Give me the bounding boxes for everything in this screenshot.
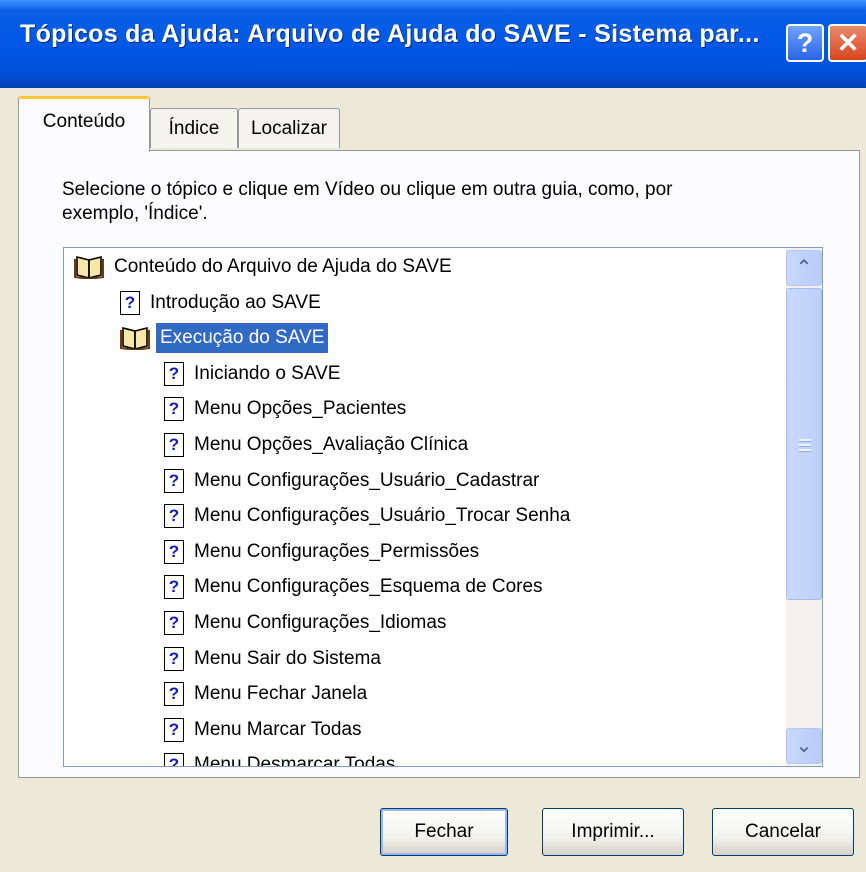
- tree-item-label: Conteúdo do Arquivo de Ajuda do SAVE: [114, 256, 452, 277]
- fechar-button[interactable]: Fechar: [380, 808, 508, 856]
- tab-conteudo[interactable]: Conteúdo: [18, 96, 150, 152]
- contents-tree[interactable]: Conteúdo do Arquivo de Ajuda do SAVE? Int…: [63, 247, 823, 767]
- tree-item-label: Menu Opções_Pacientes: [194, 398, 407, 420]
- tree-item-label: Menu Configurações_Usuário_Trocar Senha: [194, 505, 571, 527]
- tree-item-selected[interactable]: Execução do SAVE: [120, 323, 329, 354]
- tree-item-label: Iniciando o SAVE: [194, 362, 341, 384]
- tree-scrollbar[interactable]: ⌃ ⌄: [786, 248, 822, 766]
- help-topic-icon: ?: [164, 504, 184, 529]
- tree-item[interactable]: ? Menu Configurações_Permissões: [164, 537, 483, 567]
- help-topic-icon: ?: [164, 539, 184, 564]
- window-title: Tópicos da Ajuda: Arquivo de Ajuda do SA…: [20, 20, 760, 48]
- help-topic-icon: ?: [164, 361, 184, 386]
- tree-item-label: Menu Configurações_Permissões: [194, 540, 480, 562]
- close-window-button[interactable]: ✕: [828, 24, 866, 62]
- tree-item[interactable]: ? Menu Configurações_Usuário_Trocar Senha: [164, 501, 574, 531]
- tree-item[interactable]: ? Menu Configurações_Usuário_Cadastrar: [164, 466, 543, 496]
- tree-item[interactable]: ? Iniciando o SAVE: [164, 359, 344, 389]
- tree-item[interactable]: ? Menu Fechar Janela: [164, 679, 371, 709]
- open-book-icon: [120, 326, 150, 352]
- cancelar-button[interactable]: Cancelar: [712, 808, 854, 856]
- help-topic-icon: ?: [164, 397, 184, 422]
- tree-item[interactable]: ? Menu Configurações_Idiomas: [164, 608, 450, 638]
- tree-item[interactable]: ? Menu Marcar Todas: [164, 715, 366, 745]
- tree-item-label: Menu Opções_Avaliação Clínica: [194, 434, 469, 455]
- tab-indice[interactable]: Índice: [150, 108, 238, 148]
- thumb-grip: [799, 439, 811, 442]
- tree-item-label: Menu Fechar Janela: [194, 683, 368, 705]
- tree-item-label: Menu Configurações_Idiomas: [194, 612, 447, 633]
- help-topic-icon: ?: [164, 468, 184, 493]
- thumb-grip: [799, 444, 811, 447]
- tree-item[interactable]: ? Menu Sair do Sistema: [164, 644, 385, 674]
- scroll-up-button[interactable]: ⌃: [786, 250, 822, 286]
- help-topic-icon: ?: [120, 290, 140, 315]
- tree-item-label: Introdução ao SAVE: [150, 291, 321, 313]
- tree-item[interactable]: ? Menu Opções_Pacientes: [164, 394, 410, 424]
- tree-item-label: Menu Sair do Sistema: [194, 647, 381, 669]
- tree-item[interactable]: ? Menu Opções_Avaliação Clínica: [164, 430, 472, 460]
- help-topic-icon: ?: [164, 610, 184, 635]
- tree-item-label: Menu Configurações_Usuário_Cadastrar: [194, 469, 540, 491]
- tree-item-label: Menu Marcar Todas: [194, 718, 362, 740]
- imprimir-button[interactable]: Imprimir...: [542, 808, 684, 856]
- instructions-text: Selecione o tópico e clique em Vídeo ou …: [62, 179, 673, 224]
- tab-localizar[interactable]: Localizar: [238, 108, 340, 148]
- thumb-grip: [799, 449, 811, 452]
- scroll-thumb[interactable]: [786, 288, 822, 600]
- scroll-down-button[interactable]: ⌄: [786, 728, 822, 764]
- help-topic-icon: ?: [164, 753, 184, 766]
- tree-item[interactable]: ? Menu Desmarcar Todas: [164, 750, 399, 767]
- help-topic-icon: ?: [164, 717, 184, 742]
- help-topic-icon: ?: [164, 646, 184, 671]
- tree-item[interactable]: Conteúdo do Arquivo de Ajuda do SAVE: [74, 252, 456, 282]
- help-button[interactable]: ?: [786, 24, 824, 62]
- tree-item[interactable]: ? Menu Configurações_Esquema de Cores: [164, 572, 547, 602]
- help-topic-icon: ?: [164, 682, 184, 707]
- tree-item-label: Menu Desmarcar Todas: [194, 754, 396, 767]
- tree-item[interactable]: ? Introdução ao SAVE: [120, 288, 325, 318]
- open-book-icon: [74, 255, 104, 280]
- help-topics-window: Tópicos da Ajuda: Arquivo de Ajuda do SA…: [0, 0, 866, 872]
- tree-item-label: Execução do SAVE: [156, 323, 329, 354]
- tree-item-label: Menu Configurações_Esquema de Cores: [194, 576, 543, 598]
- title-bar[interactable]: Tópicos da Ajuda: Arquivo de Ajuda do SA…: [0, 0, 866, 88]
- help-topic-icon: ?: [164, 432, 184, 457]
- help-topic-icon: ?: [164, 575, 184, 600]
